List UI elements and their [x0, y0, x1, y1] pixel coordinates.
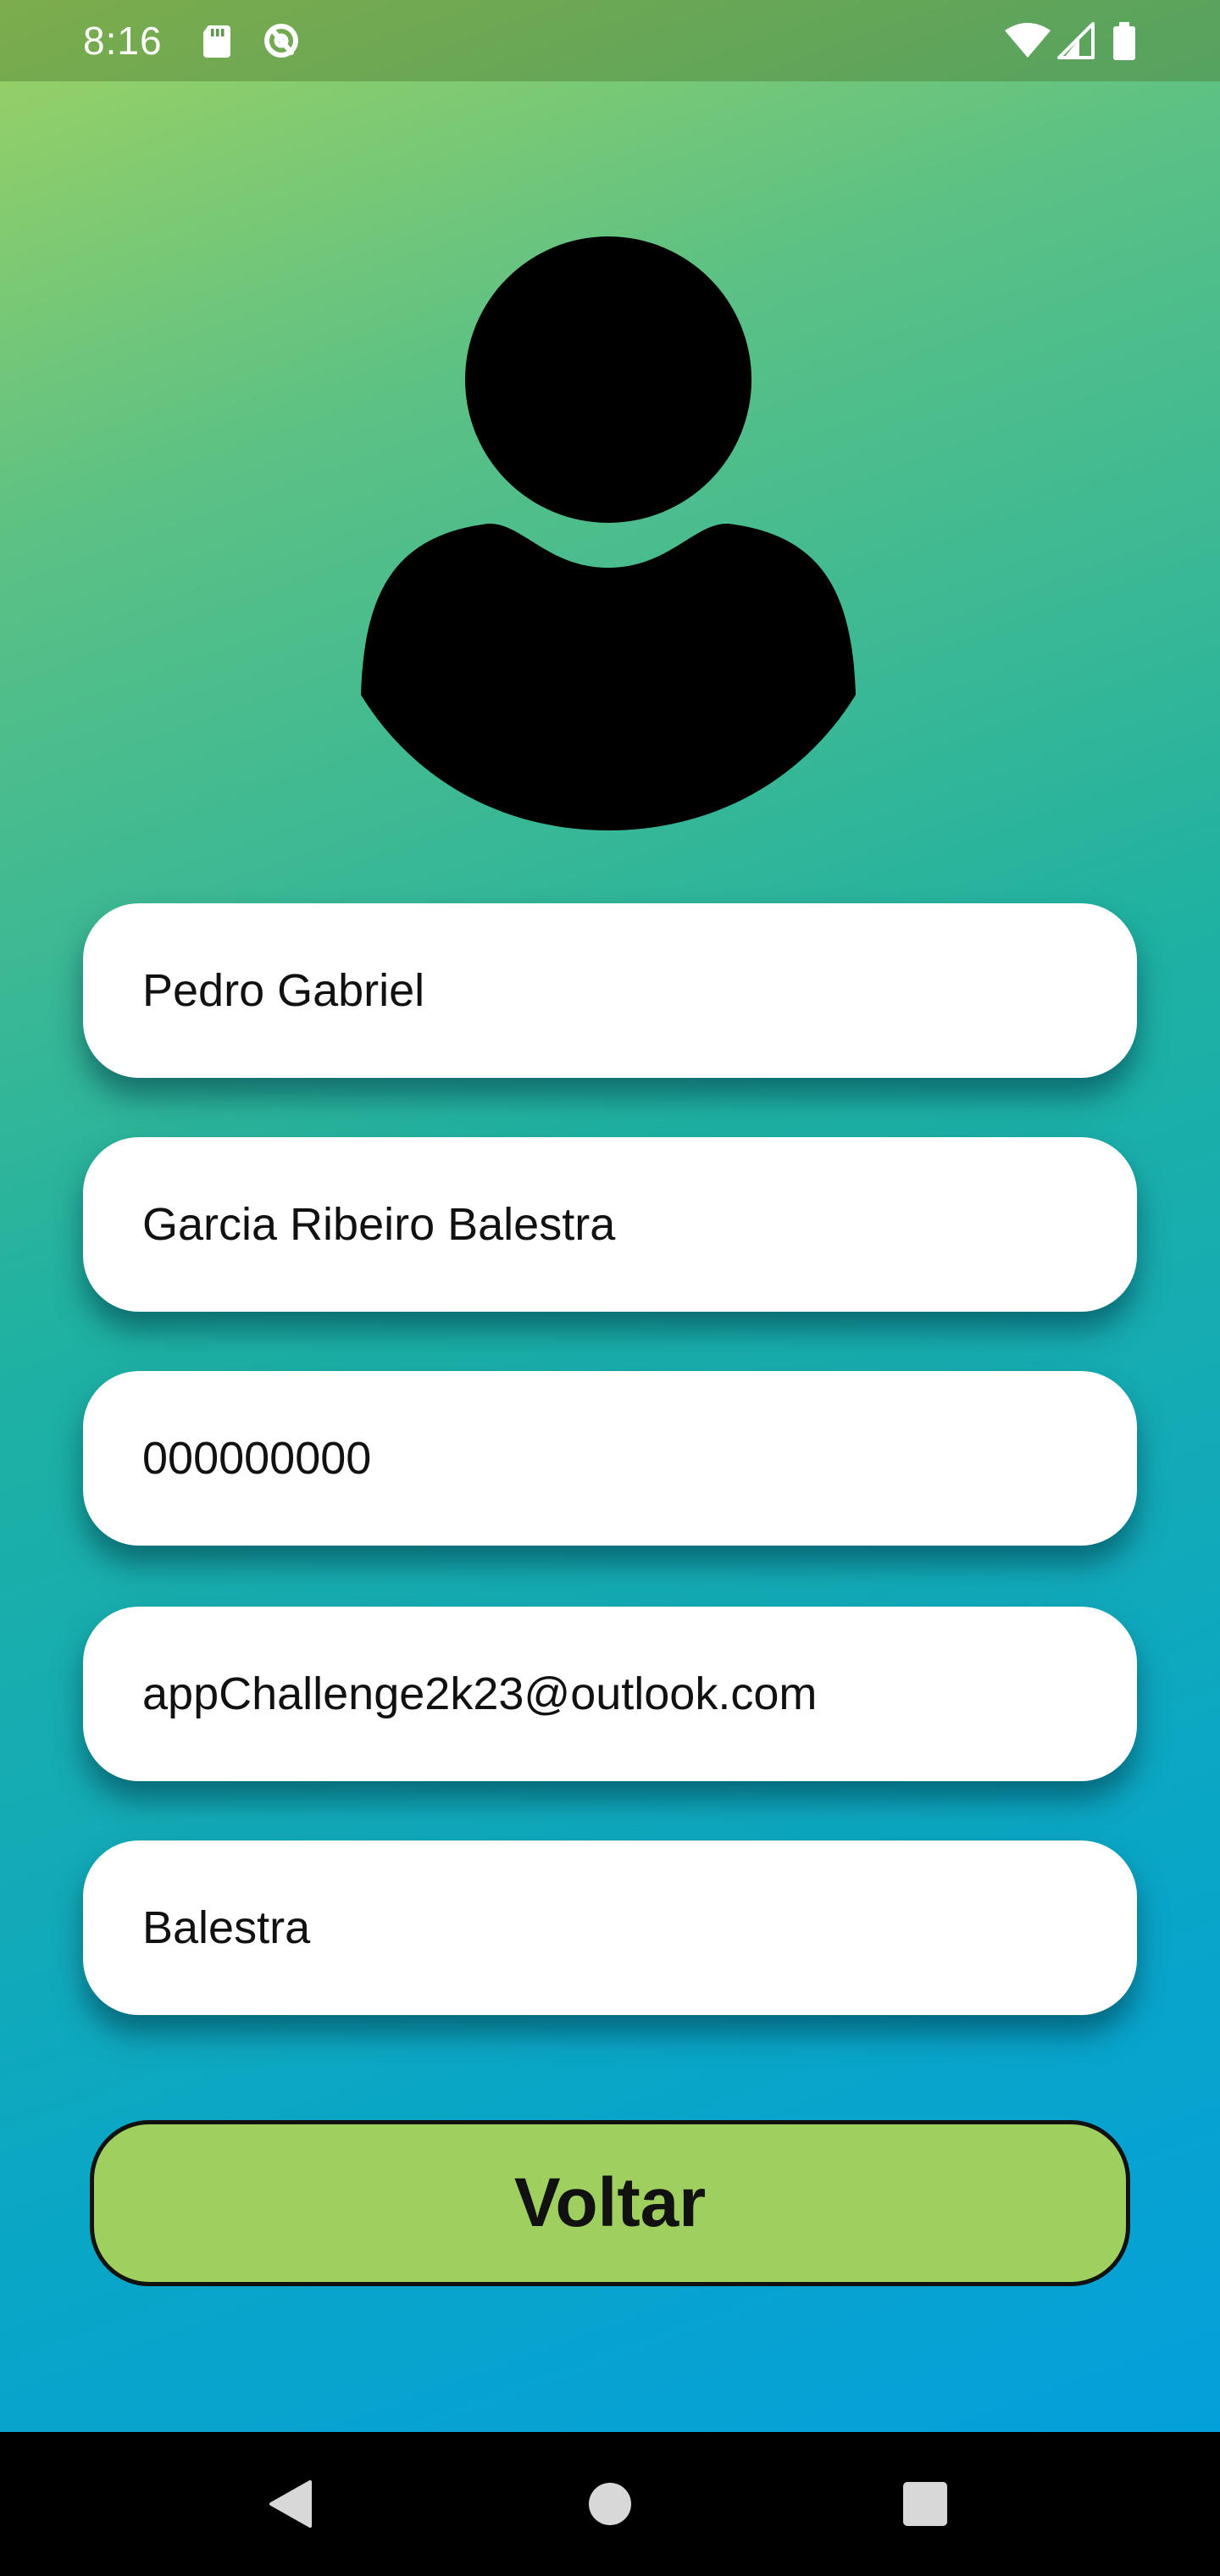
voltar-button-label: Voltar [513, 2164, 707, 2241]
user-avatar-icon [361, 236, 856, 830]
nav-home-button[interactable] [542, 2432, 678, 2576]
nav-recents-button[interactable] [857, 2432, 993, 2576]
sync-icon [264, 24, 298, 58]
recents-icon [903, 2482, 947, 2526]
first-name-value: Pedro Gabriel [142, 965, 425, 1016]
phone-value: 000000000 [142, 1433, 372, 1484]
username-value: Balestra [142, 1902, 311, 1953]
navigation-bar [0, 2432, 1220, 2576]
home-icon [589, 2483, 631, 2525]
first-name-field[interactable]: Pedro Gabriel [83, 903, 1137, 1078]
last-name-field[interactable]: Garcia Ribeiro Balestra [83, 1137, 1137, 1312]
battery-icon [1113, 22, 1135, 60]
phone-field[interactable]: 000000000 [83, 1371, 1137, 1546]
status-time: 8:16 [83, 19, 163, 63]
email-field[interactable]: appChallenge2k23@outlook.com [83, 1607, 1137, 1781]
cellular-signal-icon [1057, 22, 1095, 59]
email-value: appChallenge2k23@outlook.com [142, 1668, 818, 1719]
last-name-value: Garcia Ribeiro Balestra [142, 1199, 616, 1250]
sd-card-icon [203, 25, 230, 58]
voltar-button[interactable]: Voltar [90, 2120, 1130, 2286]
wifi-icon [1005, 23, 1051, 58]
username-field[interactable]: Balestra [83, 1840, 1137, 2015]
back-icon [269, 2480, 312, 2528]
nav-back-button[interactable] [224, 2432, 359, 2576]
status-bar: 8:16 [0, 0, 1220, 81]
